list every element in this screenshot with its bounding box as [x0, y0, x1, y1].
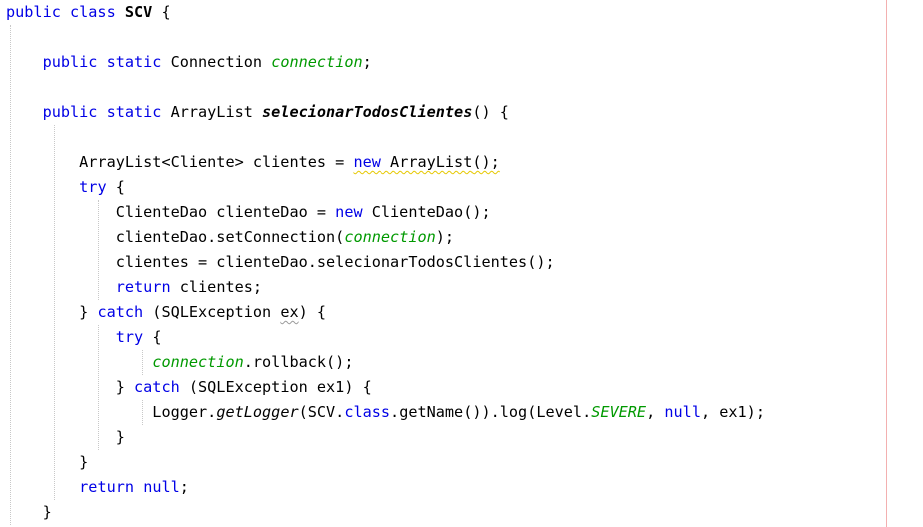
code-token: Logger. [6, 403, 217, 421]
code-token: try [115, 328, 144, 346]
code-line[interactable]: } [6, 425, 765, 450]
code-token: public static [42, 103, 171, 121]
code-token: getLogger [216, 403, 299, 421]
code-token: } [6, 503, 52, 521]
code-token: connection [152, 353, 244, 371]
code-line[interactable]: return clientes; [6, 275, 765, 300]
code-line[interactable]: return null; [6, 475, 765, 500]
code-token: ClienteDao clienteDao = [6, 203, 336, 221]
code-line[interactable]: try { [6, 175, 765, 200]
code-token: (); [472, 153, 500, 171]
code-token: public class [6, 3, 125, 21]
code-token: null [143, 478, 180, 496]
right-margin-line [886, 0, 887, 527]
code-token: } [6, 428, 125, 446]
code-line[interactable]: Logger.getLogger(SCV.class.getName()).lo… [6, 400, 765, 425]
source-code[interactable]: public class SCV { public static Connect… [6, 0, 765, 525]
code-token: } [6, 453, 89, 471]
code-token: () { [472, 103, 509, 121]
code-line[interactable]: try { [6, 325, 765, 350]
code-token: return [115, 278, 171, 296]
code-editor[interactable]: public class SCV { public static Connect… [0, 0, 923, 527]
code-token: connection [344, 228, 436, 246]
code-token: .getName()).log(Level. [390, 403, 592, 421]
code-token: (SCV. [298, 403, 345, 421]
code-line[interactable]: connection.rollback(); [6, 350, 765, 375]
code-token: { [143, 328, 162, 346]
code-token: , ex1); [700, 403, 765, 421]
code-token: { [106, 178, 125, 196]
code-token: try [79, 178, 107, 196]
code-token: SCV [124, 3, 153, 21]
code-token: catch [134, 378, 180, 396]
code-token: ; [362, 53, 372, 71]
code-line[interactable]: public static ArrayList selecionarTodosC… [6, 100, 765, 125]
code-token: , [646, 403, 665, 421]
code-line[interactable] [6, 125, 765, 150]
code-token: } [6, 303, 98, 321]
code-line[interactable]: clientes = clienteDao.selecionarTodosCli… [6, 250, 765, 275]
code-token: clientes = clienteDao.selecionarTodosCli… [6, 253, 555, 271]
code-token: class [344, 403, 391, 421]
code-token: new [353, 153, 381, 171]
code-token: SEVERE [591, 403, 647, 421]
code-token: Connection [170, 53, 272, 71]
code-token: clientes; [170, 278, 263, 296]
code-token: (SQLException [143, 303, 281, 321]
code-token: (SQLException ex1) { [179, 378, 372, 396]
code-line[interactable]: clienteDao.setConnection(connection); [6, 225, 765, 250]
code-token: { [152, 3, 171, 21]
code-token: ClienteDao(); [362, 203, 491, 221]
code-token: } [6, 378, 135, 396]
code-token: ; [179, 478, 189, 496]
code-token: ) { [298, 303, 327, 321]
code-token: new [335, 203, 363, 221]
code-token: return [79, 478, 135, 496]
code-line[interactable]: } [6, 450, 765, 475]
code-token: new ArrayList [353, 153, 472, 171]
code-line[interactable]: public class SCV { [6, 0, 765, 25]
code-token: ex [280, 303, 299, 321]
code-line[interactable] [6, 75, 765, 100]
code-token: ); [435, 228, 455, 246]
code-line[interactable] [6, 25, 765, 50]
code-line[interactable]: public static Connection connection; [6, 50, 765, 75]
code-line[interactable]: ArrayList<Cliente> clientes = new ArrayL… [6, 150, 765, 175]
code-token: catch [97, 303, 144, 321]
code-token: connection [271, 53, 363, 71]
code-token: clienteDao.setConnection( [6, 228, 345, 246]
code-line[interactable]: } catch (SQLException ex1) { [6, 375, 765, 400]
code-line[interactable]: } [6, 500, 765, 525]
code-token: public static [42, 53, 171, 71]
code-line[interactable]: } catch (SQLException ex) { [6, 300, 765, 325]
code-token: null [664, 403, 701, 421]
code-token: selecionarTodosClientes [262, 103, 473, 121]
code-token: ArrayList [380, 153, 473, 171]
code-line[interactable]: ClienteDao clienteDao = new ClienteDao()… [6, 200, 765, 225]
code-token: .rollback(); [243, 353, 354, 371]
code-token: ArrayList [170, 103, 263, 121]
code-token: ArrayList<Cliente> clientes = [6, 153, 354, 171]
